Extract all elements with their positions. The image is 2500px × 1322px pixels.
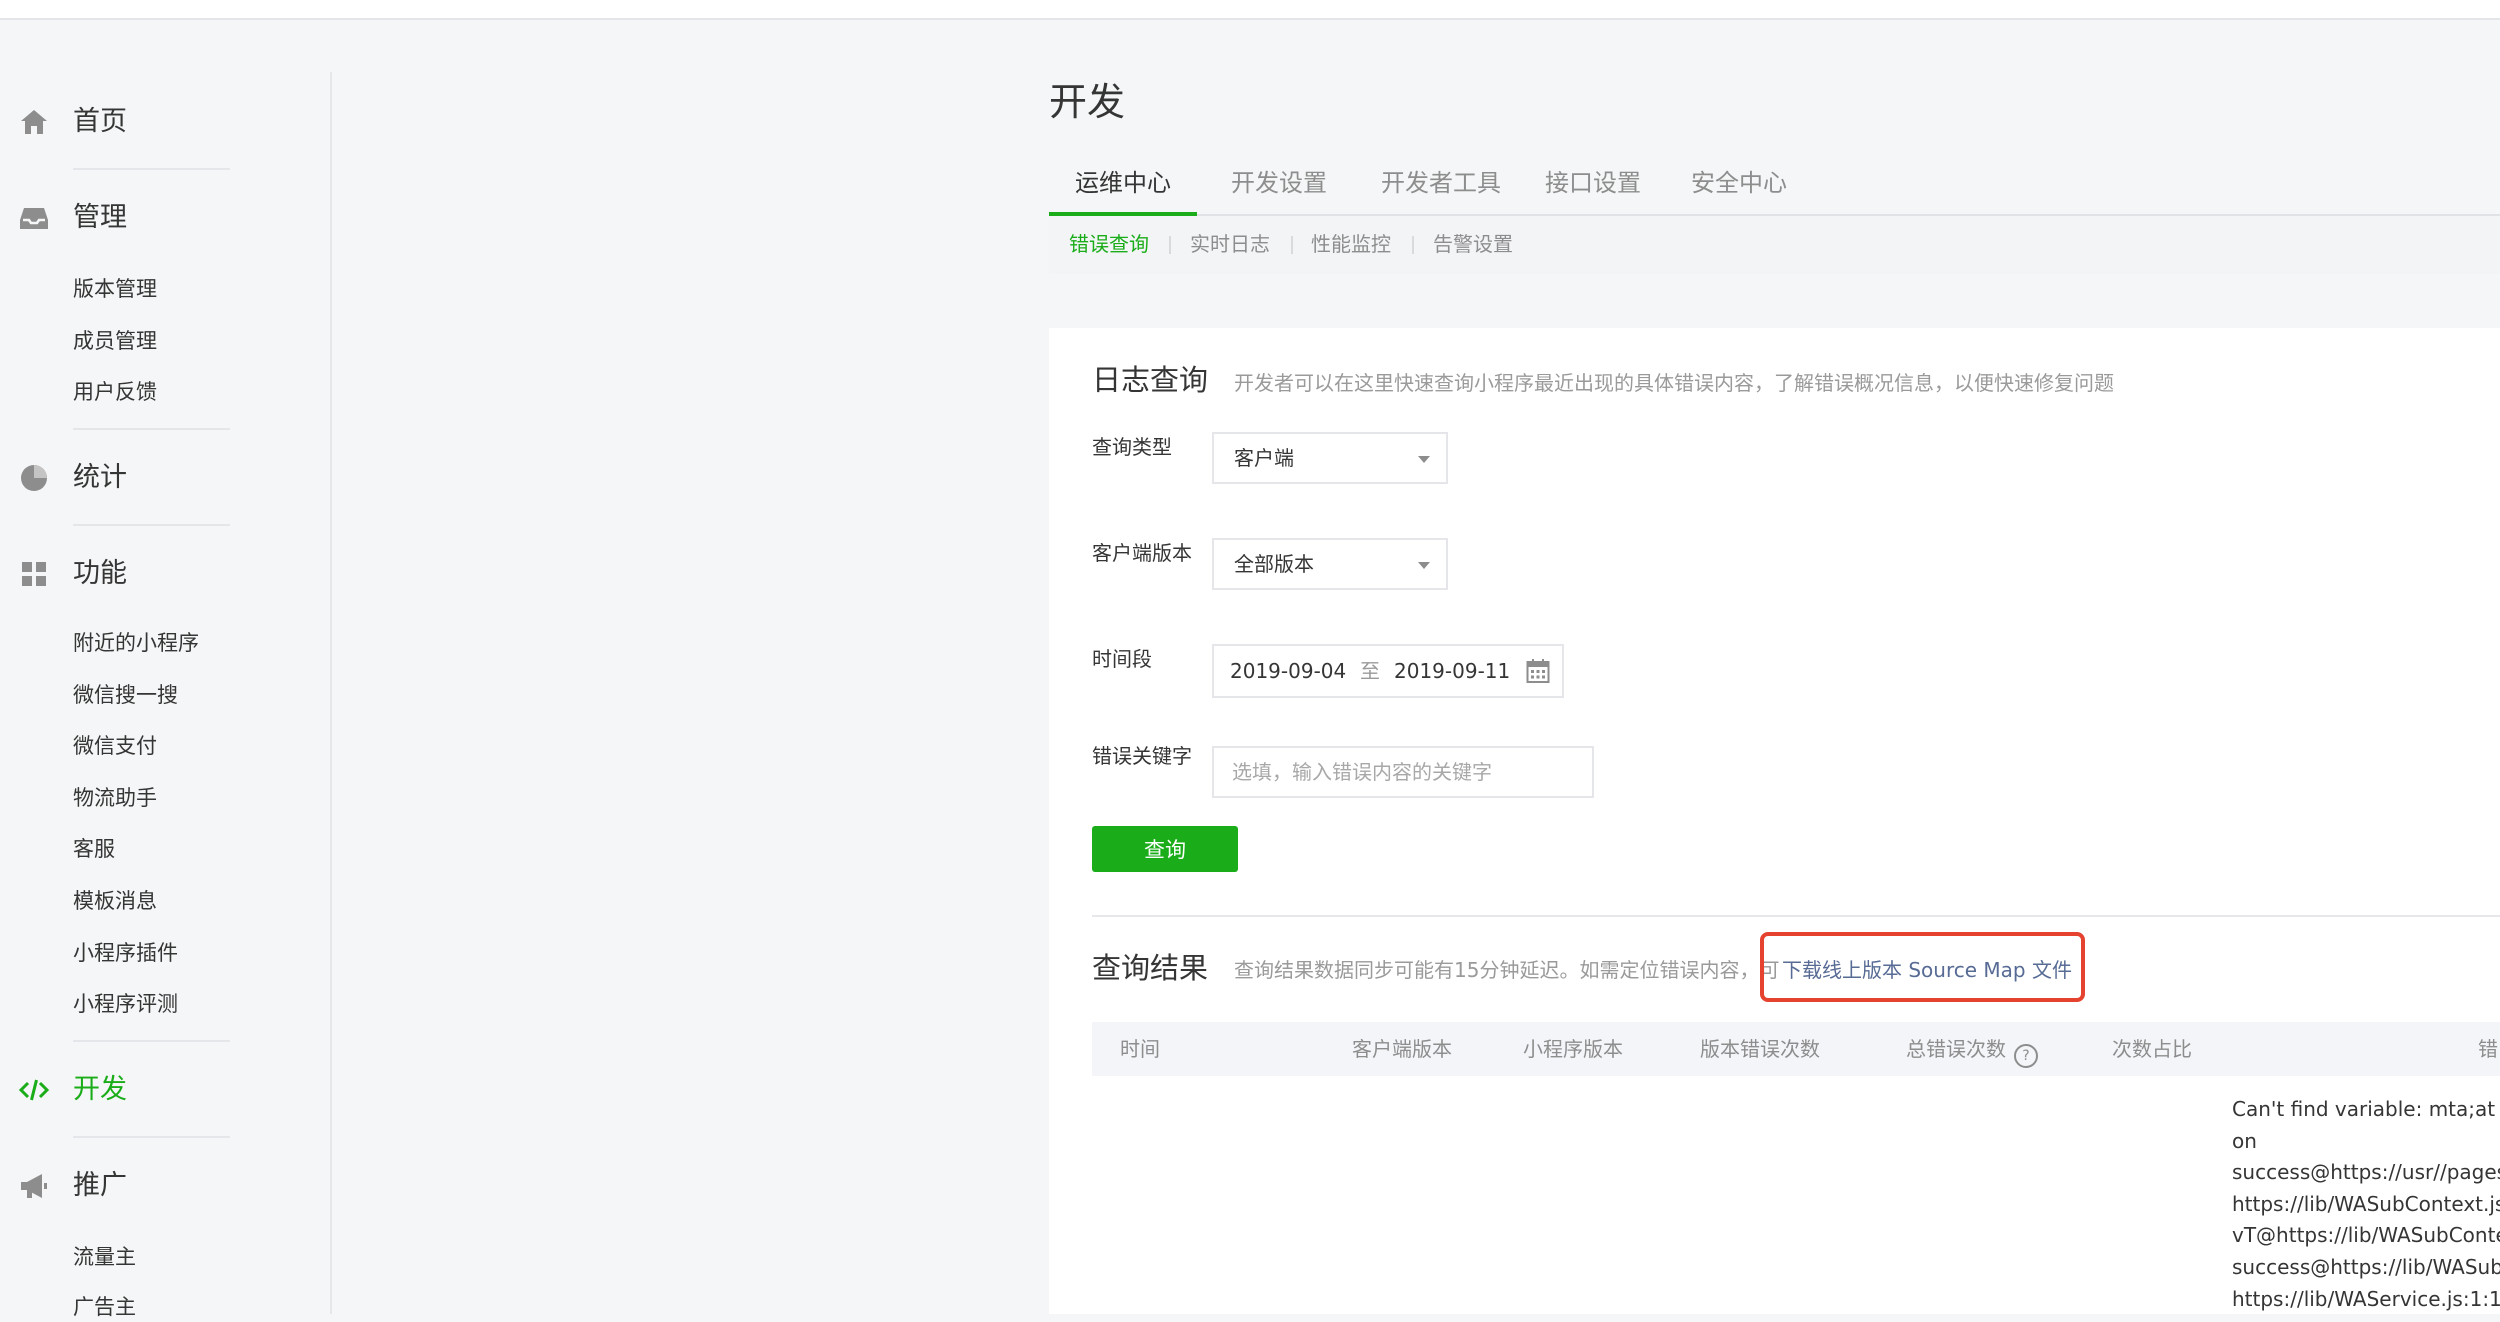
error-message-cell: Can't find variable: mta;at api on success… [2232,1094,2500,1315]
nav-manage[interactable]: 管理 [0,186,330,250]
tab-bar: 运维中心 开发设置 开发者工具 接口设置 安全中心 [1049,160,2500,216]
nav-manage-label: 管理 [73,202,127,233]
highlight-box [1760,932,2085,1002]
col-total-errors: 总错误次数? [1906,1035,2038,1068]
tab-ops-center[interactable]: 运维中心 [1049,160,1197,216]
col-app-version: 小程序版本 [1523,1037,1623,1061]
subtab-error-query[interactable]: 错误查询 [1069,230,1149,258]
subtab-divider [1412,236,1414,254]
query-button[interactable]: 查询 [1092,826,1238,872]
subtab-bar: 错误查询 实时日志 性能监控 告警设置 [1049,216,2500,274]
client-version-select[interactable]: 全部版本 [1212,538,1448,590]
tab-api-settings[interactable]: 接口设置 [1533,160,1653,214]
nav-home[interactable]: 首页 [0,90,330,154]
divider [73,1136,230,1138]
help-icon[interactable]: ? [2014,1044,2038,1068]
sidebar-item-plugin[interactable]: 小程序插件 [73,938,178,968]
divider [73,428,230,430]
sidebar-item-review[interactable]: 小程序评测 [73,989,178,1019]
section-divider [1092,915,2500,917]
sidebar-item-template[interactable]: 模板消息 [73,886,157,916]
subtab-performance[interactable]: 性能监控 [1311,230,1391,258]
client-version-label: 客户端版本 [1092,541,1192,565]
nav-features-label: 功能 [73,558,127,589]
results-desc: 查询结果数据同步可能有15分钟延迟。如需定位错误内容，可 [1234,958,1780,982]
subtab-divider [1291,236,1293,254]
client-version-value: 全部版本 [1234,552,1314,576]
subtab-realtime-log[interactable]: 实时日志 [1190,230,1270,258]
nav-stats[interactable]: 统计 [0,446,330,510]
sidebar-item-feedback[interactable]: 用户反馈 [73,377,157,407]
sidebar-item-search[interactable]: 微信搜一搜 [73,680,178,710]
divider [73,524,230,526]
chevron-down-icon [1418,562,1430,569]
nav-develop[interactable]: 开发 [0,1058,330,1122]
top-bar [0,0,2500,20]
megaphone-icon [21,1174,47,1198]
divider [73,1040,230,1042]
nav-promote[interactable]: 推广 [0,1154,330,1218]
results-table-header: 时间 客户端版本 小程序版本 版本错误次数 总错误次数? 次数占比 错 [1092,1022,2500,1076]
col-time: 时间 [1120,1037,1160,1061]
date-range-picker[interactable]: 2019-09-04 至 2019-09-11 [1212,644,1564,698]
chevron-down-icon [1418,456,1430,463]
date-start[interactable]: 2019-09-04 [1230,657,1346,685]
log-query-title: 日志查询 [1092,363,1209,397]
error-line: https://lib/WAService.js:1:102 [2232,1286,2500,1311]
date-end[interactable]: 2019-09-11 [1394,657,1510,685]
sidebar-item-pay[interactable]: 微信支付 [73,731,157,761]
calendar-icon[interactable] [1526,658,1550,684]
log-query-desc: 开发者可以在这里快速查询小程序最近出现的具体错误内容，了解错误概况信息，以便快速… [1234,371,2114,395]
keyword-input[interactable] [1212,746,1594,798]
col-version-errors: 版本错误次数 [1700,1037,1820,1061]
error-line: success@https://usr//pages/ [2232,1160,2500,1185]
col-total-errors-label: 总错误次数 [1906,1037,2006,1061]
sidebar-item-logistics[interactable]: 物流助手 [73,783,157,813]
period-label: 时间段 [1092,647,1152,671]
code-icon [18,1079,50,1101]
col-client-version: 客户端版本 [1352,1037,1452,1061]
nav-home-label: 首页 [73,106,127,137]
sidebar-item-advertiser[interactable]: 广告主 [73,1292,136,1322]
date-separator: 至 [1360,659,1380,683]
nav-develop-label: 开发 [73,1074,127,1105]
sidebar-item-members[interactable]: 成员管理 [73,326,157,356]
sidebar: 首页 管理 版本管理 成员管理 用户反馈 统计 功能 附近的小程序 微信搜一搜 … [0,72,332,1319]
col-ratio: 次数占比 [2112,1037,2192,1061]
query-type-value: 客户端 [1234,446,1294,470]
error-line: Can't find variable: mta;at api [2232,1097,2496,1121]
query-type-label: 查询类型 [1092,435,1172,459]
sidebar-item-traffic[interactable]: 流量主 [73,1242,136,1272]
page-title: 开发 [1049,80,1126,124]
error-line: vT@https://lib/WASubContex [2232,1223,2500,1248]
subtab-divider [1169,236,1171,254]
error-line: on [2232,1128,2257,1153]
sidebar-item-service[interactable]: 客服 [73,834,115,864]
home-icon [21,110,47,134]
sidebar-item-version[interactable]: 版本管理 [73,274,157,304]
nav-features[interactable]: 功能 [0,542,330,606]
tab-security[interactable]: 安全中心 [1679,160,1799,214]
nav-stats-label: 统计 [73,462,127,493]
grid-icon [22,562,46,586]
divider [73,168,230,170]
nav-promote-label: 推广 [73,1170,127,1201]
inbox-icon [20,208,48,229]
query-type-select[interactable]: 客户端 [1212,432,1448,484]
pie-chart-icon [21,465,47,491]
col-error: 错 [2478,1037,2498,1061]
subtab-alerts[interactable]: 告警设置 [1433,230,1513,258]
results-title: 查询结果 [1092,951,1209,985]
tab-dev-settings[interactable]: 开发设置 [1219,160,1339,214]
sidebar-item-nearby[interactable]: 附近的小程序 [73,628,199,658]
error-line: success@https://lib/WASubC [2232,1254,2500,1279]
tab-dev-tools[interactable]: 开发者工具 [1369,160,1513,214]
keyword-label: 错误关键字 [1092,744,1192,768]
error-line: https://lib/WASubContext.js:1 [2232,1191,2500,1216]
